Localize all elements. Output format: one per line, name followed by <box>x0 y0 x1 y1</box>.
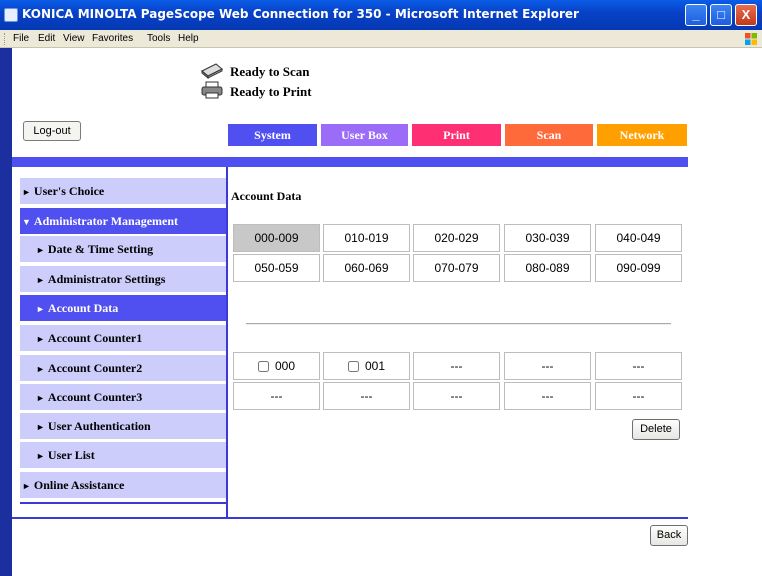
range-010-019-button[interactable]: 010-019 <box>323 224 410 252</box>
menu-file[interactable]: File <box>13 33 29 44</box>
account-cell-empty: --- <box>595 352 682 380</box>
sidebar-item-online-assistance[interactable]: ► Online Assistance <box>20 472 228 498</box>
sidebar-divider <box>226 167 228 517</box>
logout-button[interactable]: Log-out <box>23 121 81 141</box>
page-title: Account Data <box>231 189 302 203</box>
sidebar-item-label: User Authentication <box>47 419 151 433</box>
arrow-down-icon: ▼ <box>22 217 31 227</box>
left-frame-strip <box>0 48 12 576</box>
arrow-right-icon: ► <box>36 334 45 344</box>
sidebar-item-label: User List <box>47 448 95 462</box>
menu-view[interactable]: View <box>63 33 85 44</box>
sidebar-item-label: Account Data <box>47 301 119 315</box>
close-button[interactable]: X <box>735 4 757 26</box>
arrow-right-icon: ► <box>36 364 45 374</box>
back-button[interactable]: Back <box>650 525 688 546</box>
sidebar-item-label: Date & Time Setting <box>47 242 154 256</box>
menu-tools[interactable]: Tools <box>147 33 170 44</box>
sidebar: ► User's Choice ▼ Administrator Management… <box>12 167 228 517</box>
windows-logo-icon <box>745 33 757 45</box>
menu-bar: File Edit View Favorites Tools Help <box>0 30 762 48</box>
arrow-right-icon: ► <box>36 422 45 432</box>
menu-edit[interactable]: Edit <box>38 33 55 44</box>
sidebar-item-date-time-setting[interactable]: ► Date & Time Setting <box>20 236 228 262</box>
sidebar-item-user-authentication[interactable]: ► User Authentication <box>20 413 228 439</box>
sidebar-bottom-divider <box>20 502 226 504</box>
account-cell-empty: --- <box>233 382 320 410</box>
account-cell-empty: --- <box>595 382 682 410</box>
menu-favorites[interactable]: Favorites <box>92 33 133 44</box>
tab-user-box[interactable]: User Box <box>321 124 408 146</box>
account-cell: 000 <box>233 352 320 380</box>
ie-page-icon <box>4 8 18 22</box>
printer-icon <box>201 81 223 99</box>
range-040-049-button[interactable]: 040-049 <box>595 224 682 252</box>
sidebar-item-account-counter2[interactable]: ► Account Counter2 <box>20 355 228 381</box>
scan-status: Ready to Scan <box>201 63 310 80</box>
print-status-text: Ready to Print <box>230 84 312 99</box>
arrow-right-icon: ► <box>36 393 45 403</box>
sidebar-item-label: User's Choice <box>33 184 105 198</box>
footer-divider <box>12 517 688 519</box>
tab-scan[interactable]: Scan <box>505 124 593 146</box>
toolbar-grip <box>4 33 7 45</box>
sidebar-item-administrator-management[interactable]: ▼ Administrator Management <box>20 208 228 234</box>
sidebar-item-label: Account Counter2 <box>47 361 143 375</box>
scanner-icon <box>201 63 223 79</box>
tab-print[interactable]: Print <box>412 124 501 146</box>
account-number: 001 <box>364 359 386 373</box>
sidebar-item-account-counter3[interactable]: ► Account Counter3 <box>20 384 228 410</box>
arrow-right-icon: ► <box>36 275 45 285</box>
sidebar-item-account-counter1[interactable]: ► Account Counter1 <box>20 325 228 351</box>
arrow-right-icon: ► <box>36 304 45 314</box>
sidebar-item-account-data[interactable]: ► Account Data <box>20 295 228 321</box>
delete-button[interactable]: Delete <box>632 419 680 440</box>
sidebar-item-user-list[interactable]: ► User List <box>20 442 228 468</box>
sidebar-item-users-choice[interactable]: ► User's Choice <box>20 178 228 204</box>
arrow-right-icon: ► <box>36 245 45 255</box>
range-050-059-button[interactable]: 050-059 <box>233 254 320 282</box>
account-cell-empty: --- <box>413 352 500 380</box>
account-001-checkbox[interactable] <box>347 361 359 373</box>
window-title: KONICA MINOLTA PageScope Web Connection … <box>22 7 579 21</box>
range-030-039-button[interactable]: 030-039 <box>504 224 591 252</box>
sidebar-item-label: Account Counter1 <box>47 331 143 345</box>
sidebar-item-label: Administrator Management <box>33 214 179 228</box>
range-020-029-button[interactable]: 020-029 <box>413 224 500 252</box>
window-title-bar: KONICA MINOLTA PageScope Web Connection … <box>0 0 762 30</box>
sidebar-item-administrator-settings[interactable]: ► Administrator Settings <box>20 266 228 292</box>
minimize-button[interactable]: _ <box>685 4 707 26</box>
menu-help[interactable]: Help <box>178 33 199 44</box>
arrow-right-icon: ► <box>22 187 31 197</box>
content-divider <box>246 323 671 325</box>
range-000-009-button[interactable]: 000-009 <box>233 224 320 252</box>
range-080-089-button[interactable]: 080-089 <box>504 254 591 282</box>
account-cell-empty: --- <box>413 382 500 410</box>
arrow-right-icon: ► <box>22 481 31 491</box>
tab-system[interactable]: System <box>228 124 317 146</box>
range-090-099-button[interactable]: 090-099 <box>595 254 682 282</box>
range-070-079-button[interactable]: 070-079 <box>413 254 500 282</box>
account-cell-empty: --- <box>504 382 591 410</box>
header-divider-bar <box>12 157 688 167</box>
account-cell-empty: --- <box>504 352 591 380</box>
arrow-right-icon: ► <box>36 451 45 461</box>
sidebar-item-label: Account Counter3 <box>47 390 143 404</box>
account-cell-empty: --- <box>323 382 410 410</box>
print-status: Ready to Print <box>201 81 312 100</box>
sidebar-item-label: Administrator Settings <box>47 272 166 286</box>
account-000-checkbox[interactable] <box>257 361 269 373</box>
range-060-069-button[interactable]: 060-069 <box>323 254 410 282</box>
sidebar-item-label: Online Assistance <box>33 478 125 492</box>
main-tabs: System User Box Print Scan Network <box>228 124 687 146</box>
tab-network[interactable]: Network <box>597 124 687 146</box>
scan-status-text: Ready to Scan <box>230 64 310 79</box>
account-cell: 001 <box>323 352 410 380</box>
maximize-button[interactable]: □ <box>710 4 732 26</box>
account-number: 000 <box>274 359 296 373</box>
